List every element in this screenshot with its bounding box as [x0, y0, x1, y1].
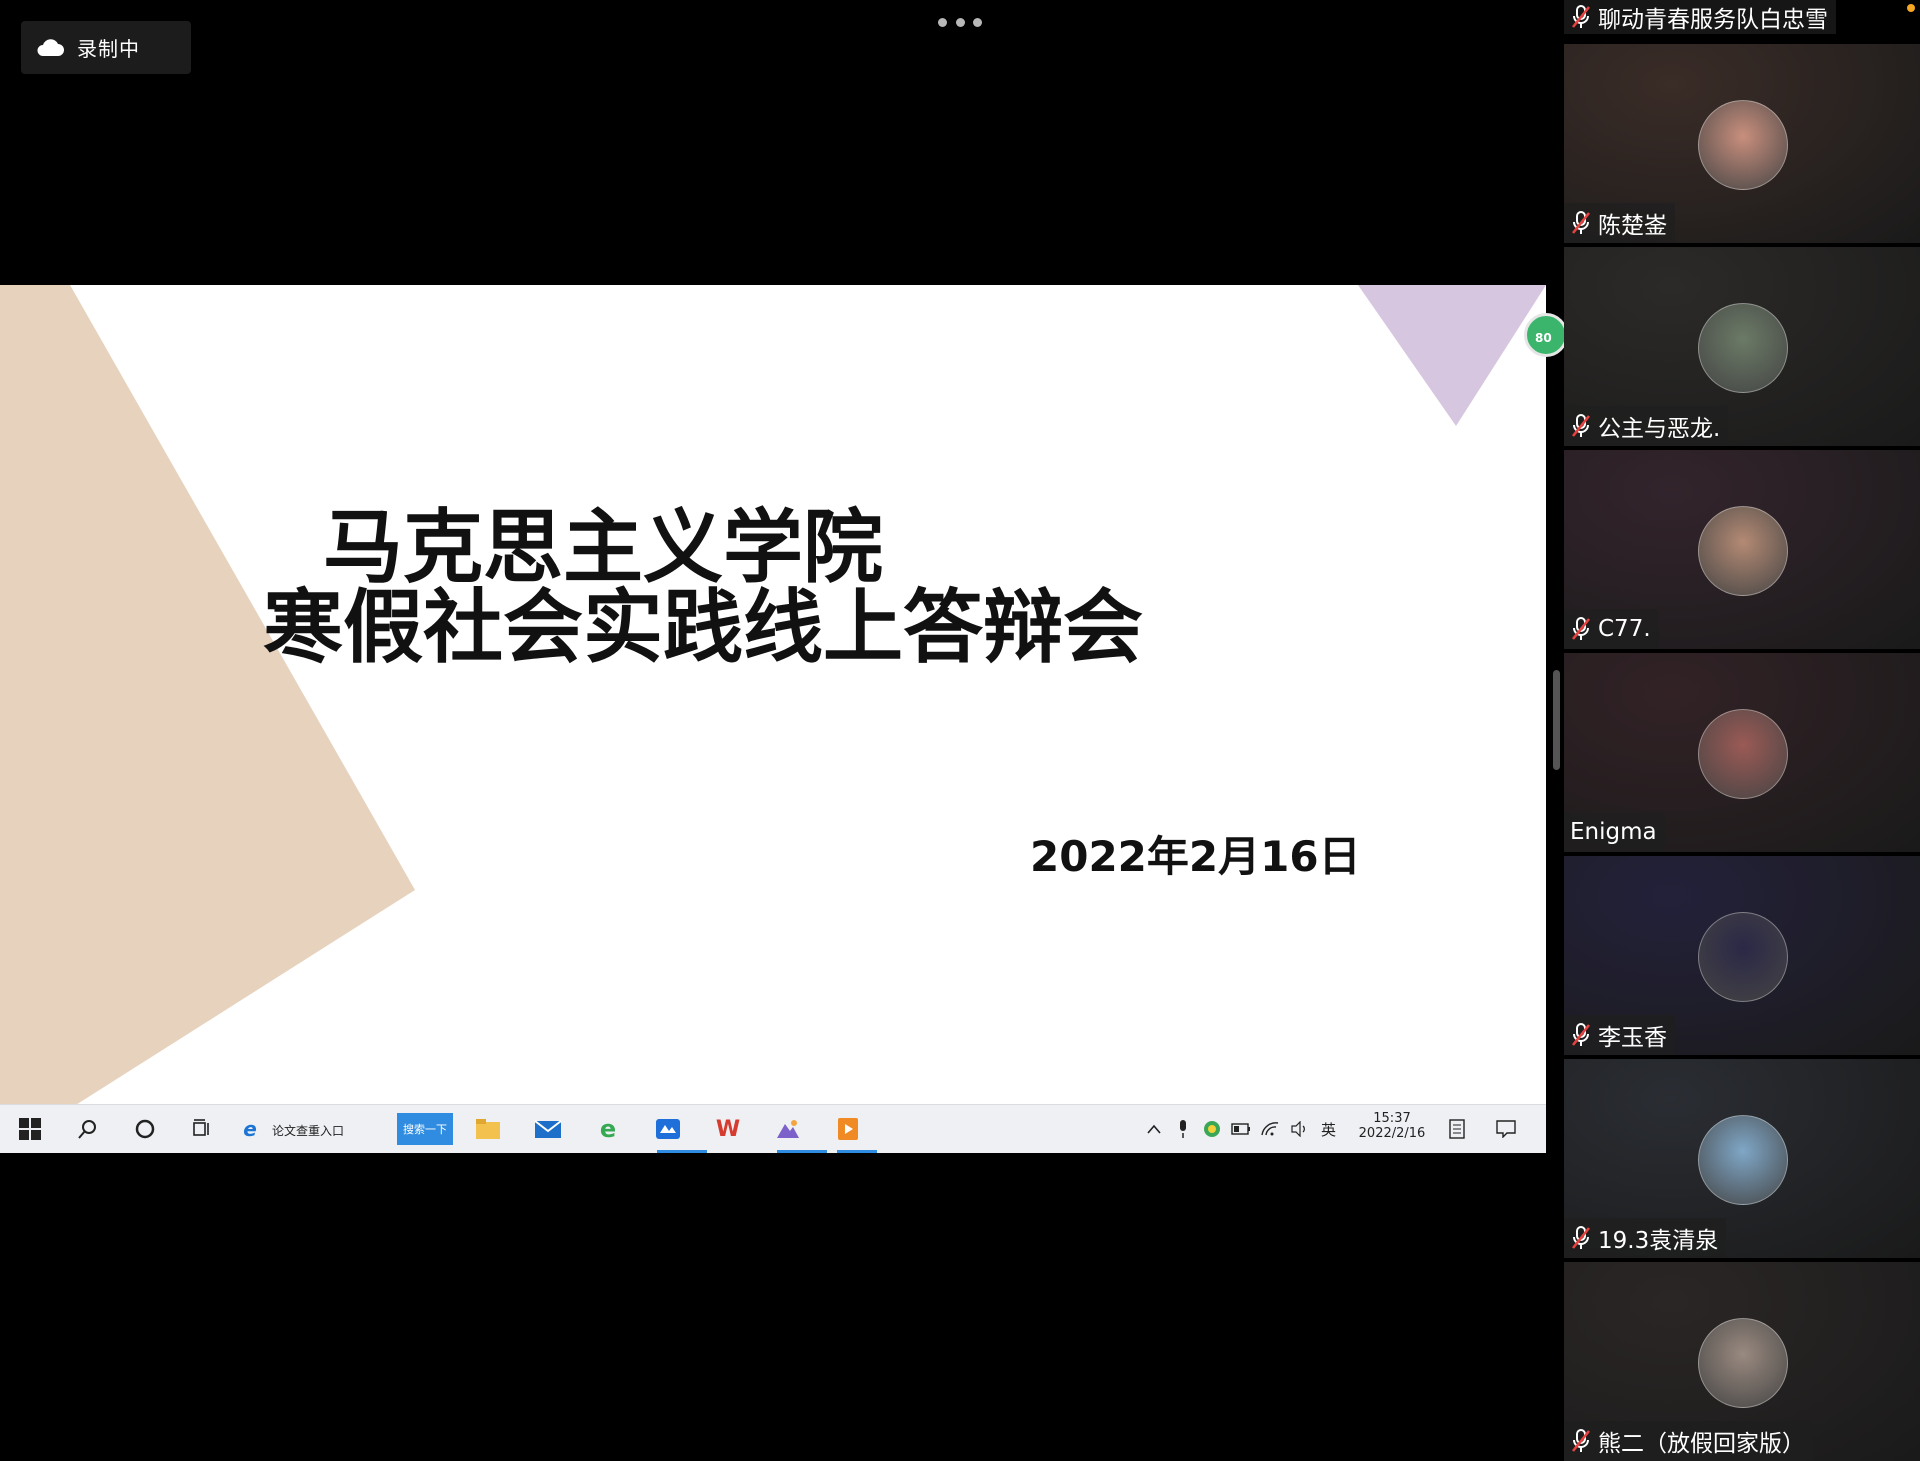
- scrollbar[interactable]: [1553, 670, 1560, 770]
- wifi-icon[interactable]: [1254, 1113, 1286, 1145]
- participant-label: Enigma: [1564, 812, 1665, 852]
- lavender-triangle-shape: [1358, 285, 1546, 426]
- active-app-indicator: [837, 1150, 877, 1153]
- wps-icon[interactable]: W: [712, 1113, 744, 1145]
- recording-badge: 录制中: [21, 21, 191, 74]
- mic-muted-icon: [1571, 5, 1591, 28]
- mic-muted-icon: [1571, 1226, 1591, 1249]
- taskbar-clock[interactable]: 15:37 2022/2/16: [1352, 1111, 1432, 1141]
- cortana-icon[interactable]: [129, 1113, 161, 1145]
- chevron-up-icon[interactable]: [1138, 1113, 1170, 1145]
- microphone-icon[interactable]: [1167, 1113, 1199, 1145]
- slide-date: 2022年2月16日: [1030, 832, 1361, 881]
- search-button[interactable]: 搜索一下: [397, 1113, 453, 1145]
- shared-screen: 马克思主义学院 寒假社会实践线上答辩会 2022年2月16日 e 论文查重入口 …: [0, 285, 1546, 1153]
- avatar: [1698, 912, 1788, 1002]
- avatar: [1698, 506, 1788, 596]
- notification-icon[interactable]: [1490, 1113, 1522, 1145]
- clock-date: 2022/2/16: [1358, 1126, 1426, 1141]
- beige-triangle-shape: [0, 285, 415, 1153]
- participant-label: 19.3袁清泉: [1564, 1218, 1727, 1258]
- task-view-icon[interactable]: [186, 1113, 218, 1145]
- participant-name: 熊二（放假回家版）: [1598, 1431, 1805, 1457]
- participant-tile[interactable]: Enigma: [1564, 653, 1920, 852]
- participant-name: 聊动青春服务队白忠雪: [1598, 7, 1828, 33]
- browser-icon[interactable]: e: [592, 1113, 624, 1145]
- active-app-indicator: [657, 1150, 707, 1153]
- active-app-indicator: [777, 1150, 827, 1153]
- participant-tile[interactable]: 公主与恶龙.: [1564, 247, 1920, 446]
- ie-icon[interactable]: e: [234, 1113, 266, 1145]
- slide-title-line2: 寒假社会实践线上答辩会: [263, 581, 1143, 674]
- photos-icon[interactable]: [772, 1113, 804, 1145]
- volume-icon[interactable]: [1283, 1113, 1315, 1145]
- participant-label: 熊二（放假回家版）: [1564, 1421, 1813, 1461]
- notes-icon[interactable]: [1441, 1113, 1473, 1145]
- participant-gallery: 聊动青春服务队白忠雪 陈楚崟公主与恶龙. C77. Enigma 李玉香 19.3袁清泉…: [1564, 0, 1920, 1461]
- mic-muted-icon: [1571, 617, 1591, 640]
- avatar: [1698, 1115, 1788, 1205]
- cloud-icon: [37, 38, 64, 56]
- search-icon[interactable]: [72, 1113, 104, 1145]
- participant-label: 李玉香: [1564, 1015, 1675, 1055]
- participant-label: 公主与恶龙.: [1564, 406, 1729, 446]
- participant-label: C77.: [1564, 609, 1659, 649]
- pinned-link-label[interactable]: 论文查重入口: [272, 1122, 344, 1139]
- floating-assistant-badge[interactable]: 80: [1524, 313, 1568, 357]
- more-options-icon[interactable]: [938, 14, 982, 30]
- participant-tile[interactable]: 熊二（放假回家版）: [1564, 1262, 1920, 1461]
- security-icon[interactable]: [1196, 1113, 1228, 1145]
- slide-title-line1: 马克思主义学院: [323, 501, 883, 594]
- participant-name: Enigma: [1570, 819, 1657, 845]
- avatar: [1698, 303, 1788, 393]
- mail-icon[interactable]: [532, 1113, 564, 1145]
- mic-muted-icon: [1571, 414, 1591, 437]
- avatar: [1698, 1318, 1788, 1408]
- mic-muted-icon: [1571, 211, 1591, 234]
- participant-tile[interactable]: 李玉香: [1564, 856, 1920, 1055]
- participant-tile[interactable]: 19.3袁清泉: [1564, 1059, 1920, 1258]
- avatar: [1698, 100, 1788, 190]
- battery-icon[interactable]: [1225, 1113, 1257, 1145]
- recording-label: 录制中: [77, 37, 140, 61]
- windows-start-icon[interactable]: [14, 1113, 46, 1145]
- taskbar: e 论文查重入口 搜索一下 e W 英 15:37 2022/2/16: [0, 1104, 1546, 1153]
- participant-tile[interactable]: C77.: [1564, 450, 1920, 649]
- participant-tile[interactable]: 陈楚崟: [1564, 44, 1920, 243]
- participant-name: 陈楚崟: [1598, 213, 1667, 239]
- meeting-app-icon[interactable]: [652, 1113, 684, 1145]
- media-player-icon[interactable]: [832, 1113, 864, 1145]
- participant-name: C77.: [1598, 616, 1651, 642]
- participant-name: 公主与恶龙.: [1598, 416, 1721, 442]
- clock-time: 15:37: [1373, 1111, 1411, 1126]
- participant-name: 李玉香: [1598, 1025, 1667, 1051]
- slide-decoration: [0, 285, 1546, 1153]
- mic-muted-icon: [1571, 1429, 1591, 1452]
- mic-muted-icon: [1571, 1023, 1591, 1046]
- status-dot: [1907, 4, 1915, 12]
- participant-name: 19.3袁清泉: [1598, 1228, 1719, 1254]
- participant-label-top: 聊动青春服务队白忠雪: [1564, 0, 1836, 34]
- participant-label: 陈楚崟: [1564, 203, 1675, 243]
- input-method-indicator[interactable]: 英: [1321, 1119, 1336, 1140]
- avatar: [1698, 709, 1788, 799]
- file-explorer-icon[interactable]: [472, 1113, 504, 1145]
